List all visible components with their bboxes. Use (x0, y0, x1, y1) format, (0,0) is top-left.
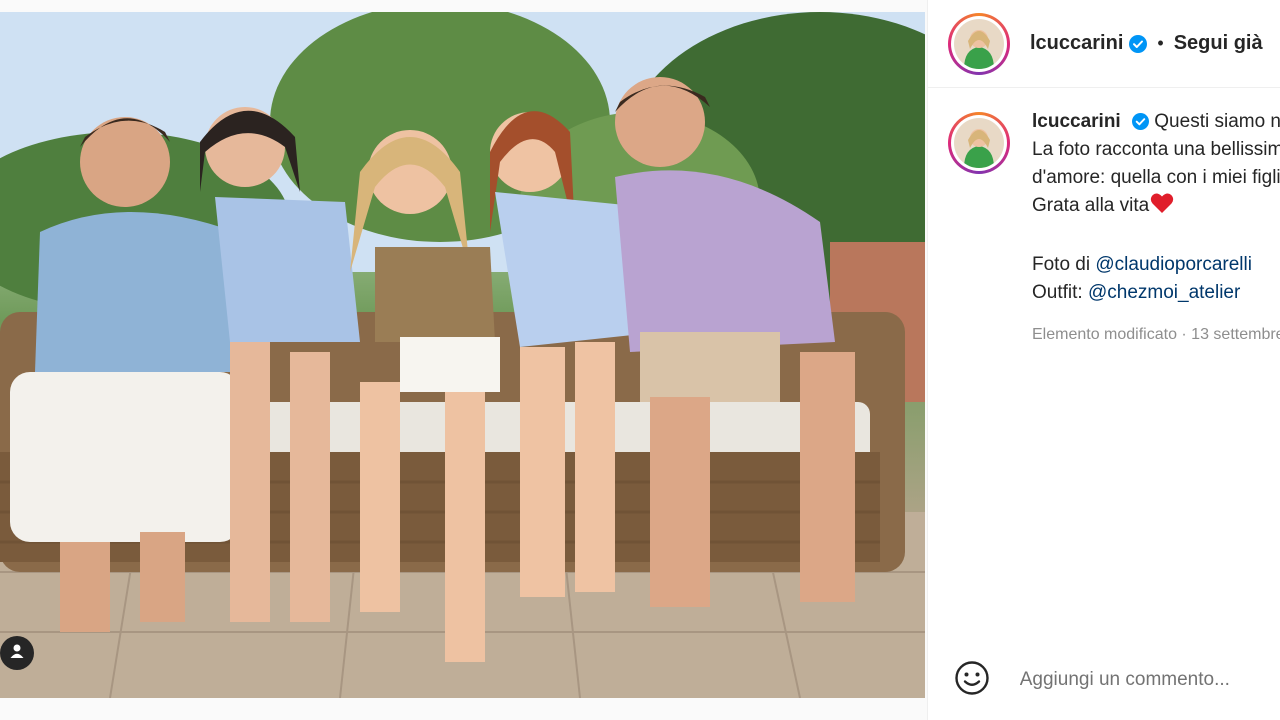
caption-verified-badge-icon (1132, 113, 1149, 131)
caption-username[interactable]: lcuccarini (1032, 111, 1121, 132)
verified-badge-icon (1129, 34, 1148, 53)
user-tag-icon (8, 642, 26, 665)
comment-input[interactable] (1017, 668, 1280, 692)
photo-credit-mention[interactable]: @claudioporcarelli (1095, 254, 1252, 275)
following-button[interactable]: Segui già (1174, 32, 1263, 55)
caption-section: lcuccarini Questi siamo noi La foto racc… (928, 88, 1280, 412)
caption-line-1: Questi siamo noi (1154, 111, 1280, 132)
user-tag-button[interactable] (0, 636, 34, 670)
emoji-smiley-icon (954, 660, 990, 701)
caption-line-3: d'amore: quella con i miei figli. (1032, 167, 1280, 188)
outfit-credit-prefix: Outfit: (1032, 282, 1083, 303)
author-avatar[interactable] (948, 12, 1010, 75)
post-header: lcuccarini • Segui già (928, 0, 1280, 88)
post-media-area (0, 0, 927, 720)
caption-text: lcuccarini Questi siamo noi La foto racc… (1032, 108, 1280, 349)
comment-bar (928, 640, 1280, 720)
caption-line-2: La foto racconta una bellissima storia (1032, 139, 1280, 160)
author-username[interactable]: lcuccarini (1030, 32, 1123, 55)
photo-credit-prefix: Foto di (1032, 254, 1091, 275)
post-photo[interactable] (0, 12, 925, 698)
outfit-credit-mention[interactable]: @chezmoi_atelier (1088, 282, 1240, 303)
post-sidebar: lcuccarini • Segui già lcuccarini Questi… (928, 0, 1280, 720)
emoji-picker-button[interactable] (952, 660, 992, 700)
edited-timestamp: Elemento modificato · 13 settembre (1032, 326, 1280, 343)
caption-author-avatar[interactable] (948, 112, 1010, 174)
red-heart-icon (1150, 192, 1174, 223)
header-separator: • (1157, 33, 1164, 53)
family-photo-illustration (0, 12, 925, 698)
caption-line-4: Grata alla vita (1032, 195, 1150, 216)
